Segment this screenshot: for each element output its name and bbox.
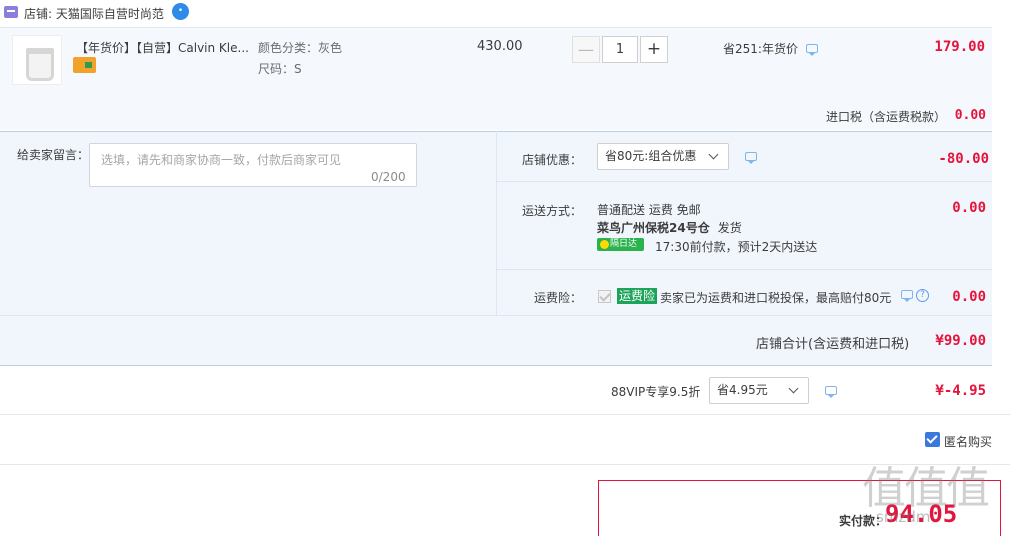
- sku-size: 尺码：S: [258, 62, 302, 76]
- vip-discount-label: 88VIP专享9.5折: [611, 385, 701, 399]
- memo-label: 给卖家留言：: [17, 148, 90, 162]
- credit-card-icon: [73, 57, 96, 73]
- shipping-label: 运送方式：: [522, 204, 583, 218]
- insurance-badge: 运费险: [617, 288, 658, 304]
- import-tax-value: 0.00: [954, 108, 986, 123]
- watermark-subtext: smzdm: [876, 508, 931, 526]
- quantity-decrease-button[interactable]: —: [572, 36, 600, 63]
- quantity-input[interactable]: 1: [602, 36, 638, 63]
- sku-color: 颜色分类：灰色: [258, 41, 343, 55]
- shipping-warehouse: 菜鸟广州保税24号仓: [597, 221, 710, 235]
- shipping-note: 发货: [717, 221, 742, 235]
- shipping-type: 普通配送 运费 免邮: [597, 203, 701, 217]
- item-saving: 省251:年货价: [723, 42, 798, 56]
- insurance-checkbox: [598, 290, 611, 303]
- row-separator: [0, 414, 1010, 415]
- quantity-increase-button[interactable]: +: [640, 36, 668, 63]
- chat-icon[interactable]: [901, 290, 913, 302]
- shop-total-value: ¥99.00: [935, 333, 986, 349]
- product-title[interactable]: 【年货价】【自营】Calvin Kle...: [76, 39, 249, 56]
- shipping-warehouse-line: 菜鸟广州保税24号仓 发货: [597, 219, 742, 236]
- shop-total-label: 店铺合计(含运费和进口税): [756, 337, 910, 352]
- panel-divider: [0, 315, 992, 316]
- chevron-down-icon: [788, 383, 799, 394]
- memo-placeholder: 选填，请先和商家协商一致，付款后商家可见: [101, 153, 342, 167]
- shop-icon: [4, 6, 18, 18]
- chevron-down-icon: [708, 149, 719, 160]
- memo-char-count: 0/200: [371, 170, 406, 184]
- shipping-time: 17:30前付款，预计2天内送达: [655, 240, 818, 254]
- vip-discount-select[interactable]: 省4.95元: [709, 377, 809, 404]
- vip-discount-selected: 省4.95元: [717, 383, 768, 397]
- vip-discount-value: ¥-4.95: [935, 383, 986, 399]
- shop-coupon-label: 店铺优惠：: [522, 153, 583, 167]
- chat-icon[interactable]: [825, 386, 837, 398]
- product-thumbnail[interactable]: [12, 35, 62, 85]
- import-tax-label: 进口税（含运费税款）: [826, 110, 947, 124]
- anonymous-purchase-label[interactable]: 匿名购买: [944, 433, 992, 450]
- anonymous-purchase-checkbox[interactable]: [925, 432, 940, 447]
- next-day-badge: 隔日达: [597, 238, 644, 251]
- shop-coupon-selected: 省80元:组合优惠: [605, 149, 697, 163]
- watermark-logo: 值值值: [862, 463, 990, 514]
- help-icon[interactable]: ?: [916, 289, 929, 302]
- shop-coupon-value: -80.00: [938, 151, 989, 167]
- shipping-value: 0.00: [952, 200, 986, 216]
- panel-divider: [497, 181, 992, 182]
- panel-divider: [497, 269, 992, 270]
- panel-divider: [496, 131, 497, 315]
- insurance-text: 卖家已为运费和进口税投保，最高赔付80元: [660, 291, 892, 305]
- insurance-value: 0.00: [952, 289, 986, 305]
- row-separator: [0, 464, 1010, 465]
- chat-icon[interactable]: [806, 44, 818, 56]
- chat-icon[interactable]: [745, 152, 757, 164]
- insurance-label: 运费险：: [534, 291, 583, 305]
- shop-chat-badge-icon[interactable]: •: [172, 3, 189, 20]
- item-total-price: 179.00: [934, 39, 985, 55]
- shop-coupon-select[interactable]: 省80元:组合优惠: [597, 143, 729, 170]
- unit-price: 430.00: [477, 39, 523, 54]
- shop-name[interactable]: 店铺: 天猫国际自营时尚范: [24, 5, 164, 22]
